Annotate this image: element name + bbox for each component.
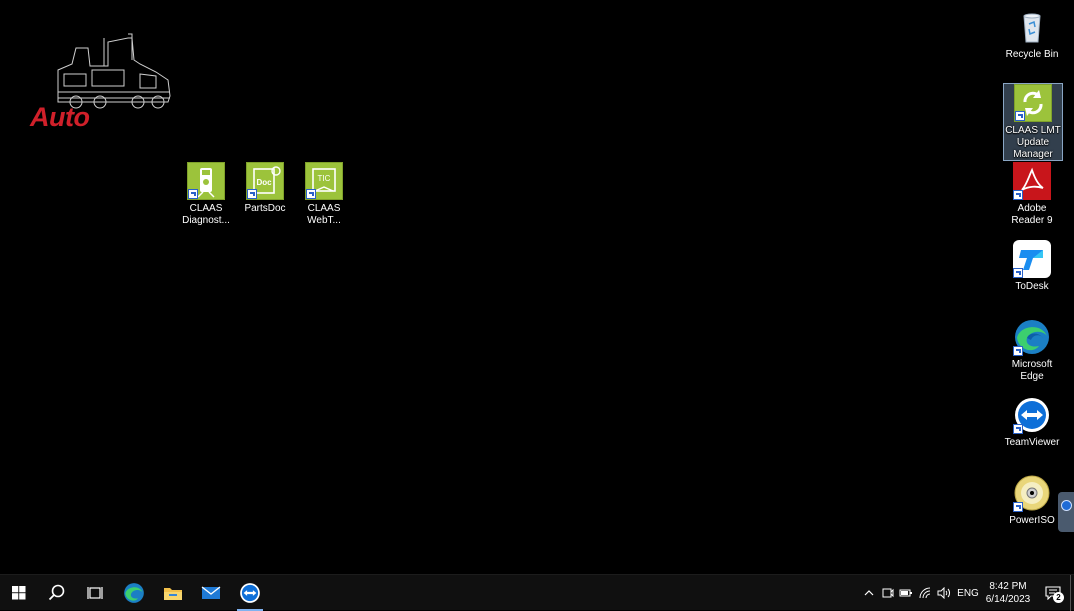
adobe-pdf-icon	[1013, 162, 1051, 200]
shortcut-arrow-icon	[1015, 111, 1025, 121]
file-explorer-icon	[164, 588, 182, 600]
icon-label: TeamViewer	[1004, 437, 1060, 448]
shortcut-arrow-icon	[247, 189, 257, 199]
refresh-arrows-icon	[1014, 84, 1052, 122]
icon-label: Adobe Reader 9	[1011, 203, 1053, 226]
icon-label: Microsoft Edge	[1011, 359, 1053, 382]
edge-icon	[1013, 318, 1051, 356]
taskbar-clock[interactable]: 8:42 PM 6/14/2023	[980, 575, 1036, 611]
svg-text:Doc: Doc	[256, 178, 272, 187]
teamviewer-icon	[240, 583, 260, 603]
notification-count-badge: 2	[1053, 592, 1064, 603]
shortcut-arrow-icon	[1013, 424, 1023, 434]
action-center-button[interactable]: 2	[1038, 575, 1068, 611]
taskbar-file-explorer-button[interactable]	[154, 575, 192, 611]
desktop-icon-partsdoc[interactable]: Doc PartsDoc	[236, 162, 294, 215]
chevron-up-icon	[864, 590, 874, 596]
show-hidden-icons-button[interactable]	[860, 575, 878, 611]
multimeter-icon	[187, 162, 225, 200]
desktop-icon-claas-diagnostics[interactable]: CLAAS Diagnost...	[177, 162, 235, 227]
mail-icon	[201, 586, 221, 599]
icon-label: CLAAS WebT...	[307, 203, 341, 226]
teamviewer-icon	[1013, 396, 1051, 434]
truck-outline-icon	[57, 33, 171, 109]
taskbar: ENG 8:42 PM 6/14/2023 2	[0, 574, 1074, 611]
desktop-icon-claas-webtic[interactable]: TIC CLAAS WebT...	[295, 162, 353, 227]
tray-network[interactable]	[916, 575, 934, 611]
task-view-icon	[87, 587, 103, 599]
battery-icon	[899, 589, 912, 597]
auto-logo: Auto	[28, 30, 178, 132]
taskbar-teamviewer-button[interactable]	[231, 575, 269, 611]
clock-time: 8:42 PM	[989, 581, 1027, 592]
todesk-icon	[1013, 240, 1051, 278]
edge-icon	[124, 583, 144, 603]
icon-label: PowerISO	[1009, 515, 1055, 526]
desktop-icon-poweriso[interactable]: PowerISO	[1003, 474, 1061, 527]
icon-label: Recycle Bin	[1005, 49, 1059, 60]
clock-date: 6/14/2023	[985, 594, 1031, 605]
doc-book-icon: Doc	[246, 162, 284, 200]
disc-icon	[1013, 474, 1051, 512]
show-desktop-button[interactable]	[1070, 575, 1074, 611]
recycle-bin-icon	[1013, 8, 1051, 46]
desktop-icon-adobe-reader[interactable]: Adobe Reader 9	[1003, 162, 1061, 227]
shortcut-arrow-icon	[1013, 346, 1023, 356]
icon-label: ToDesk	[1015, 281, 1049, 292]
tray-battery[interactable]	[897, 575, 915, 611]
tic-book-icon: TIC	[305, 162, 343, 200]
search-icon	[48, 584, 65, 601]
shortcut-arrow-icon	[306, 189, 316, 199]
desktop: Auto CLAAS Diagnost... Doc PartsDoc TIC …	[0, 0, 1074, 574]
shortcut-arrow-icon	[188, 189, 198, 199]
desktop-icon-recycle-bin[interactable]: Recycle Bin	[1003, 8, 1061, 61]
icon-label: PartsDoc	[244, 203, 286, 214]
shortcut-arrow-icon	[1013, 190, 1023, 200]
task-view-button[interactable]	[76, 575, 114, 611]
taskbar-edge-button[interactable]	[115, 575, 153, 611]
search-button[interactable]	[38, 575, 76, 611]
wifi-icon	[919, 587, 931, 599]
desktop-icon-todesk[interactable]: ToDesk	[1003, 240, 1061, 293]
start-button[interactable]	[0, 575, 38, 611]
taskbar-mail-button[interactable]	[192, 575, 230, 611]
tray-meet-now[interactable]	[879, 575, 897, 611]
volume-icon	[937, 587, 950, 599]
logo-text: Auto	[30, 102, 90, 132]
start-icon	[12, 586, 26, 600]
teamviewer-side-tab[interactable]	[1058, 492, 1074, 532]
language-label: ENG	[957, 587, 979, 599]
svg-text:TIC: TIC	[318, 174, 331, 183]
shortcut-arrow-icon	[1013, 268, 1023, 278]
icon-label: CLAAS Diagnost...	[182, 203, 230, 226]
teamviewer-icon	[1061, 500, 1072, 511]
desktop-icon-microsoft-edge[interactable]: Microsoft Edge	[1003, 318, 1061, 383]
icon-label: CLAAS LMT Update Manager	[1005, 125, 1061, 160]
meet-now-icon	[882, 588, 894, 598]
desktop-icon-teamviewer[interactable]: TeamViewer	[1003, 396, 1061, 449]
tray-volume[interactable]	[935, 575, 953, 611]
shortcut-arrow-icon	[1013, 502, 1023, 512]
desktop-icon-claas-lmt-update-manager[interactable]: CLAAS LMT Update Manager	[1003, 83, 1063, 161]
input-language-indicator[interactable]: ENG	[955, 575, 981, 611]
